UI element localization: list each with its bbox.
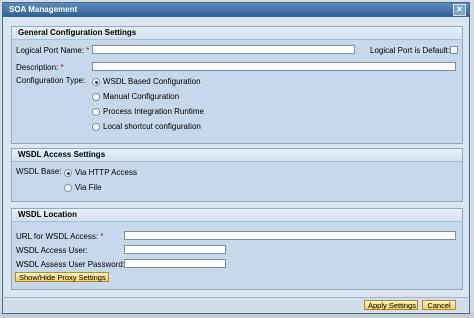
- logical-port-default-checkbox[interactable]: [450, 46, 458, 54]
- wsdl-based-configuration-radio[interactable]: [92, 78, 100, 86]
- url-for-wsdl-access-input[interactable]: [124, 231, 456, 240]
- dialog-footer: Apply Settings Cancel: [4, 297, 468, 312]
- dialog-titlebar[interactable]: SOA Management ✕: [3, 3, 469, 17]
- wsdl-user-password-input[interactable]: [124, 259, 226, 268]
- via-http-access-radio[interactable]: [64, 169, 72, 177]
- dialog-title: SOA Management: [9, 5, 78, 14]
- wsdl-user-password-label: WSDL Assess User Password:: [16, 260, 126, 269]
- close-icon[interactable]: ✕: [453, 4, 466, 16]
- soa-management-dialog: SOA Management ✕ General Configuration S…: [2, 2, 470, 314]
- via-file-radio[interactable]: [64, 184, 72, 192]
- wsdl-access-settings-header: WSDL Access Settings: [12, 149, 462, 162]
- manual-configuration-label: Manual Configuration: [103, 92, 180, 101]
- wsdl-base-label: WSDL Base:: [16, 167, 62, 176]
- logical-port-name-input[interactable]: [92, 45, 355, 54]
- wsdl-access-user-label: WSDL Access User:: [16, 246, 88, 255]
- via-http-access-label: Via HTTP Access: [75, 168, 137, 177]
- apply-settings-button[interactable]: Apply Settings: [364, 300, 418, 310]
- show-hide-proxy-settings-button[interactable]: Show/Hide Proxy Settings: [15, 272, 109, 282]
- process-integration-runtime-radio[interactable]: [92, 108, 100, 116]
- wsdl-based-configuration-label: WSDL Based Configuration: [103, 77, 201, 86]
- local-shortcut-configuration-radio[interactable]: [92, 123, 100, 131]
- general-configuration-header: General Configuration Settings: [12, 27, 462, 40]
- description-label: Description: *: [16, 63, 64, 72]
- wsdl-location-header: WSDL Location: [12, 209, 462, 222]
- local-shortcut-configuration-label: Local shortcut configuration: [103, 122, 201, 131]
- general-configuration-group: General Configuration Settings Logical P…: [11, 26, 463, 144]
- cancel-button[interactable]: Cancel: [422, 300, 456, 310]
- logical-port-name-label: Logical Port Name: *: [16, 46, 90, 55]
- wsdl-access-user-input[interactable]: [124, 245, 226, 254]
- description-input[interactable]: [92, 62, 456, 71]
- process-integration-runtime-label: Process Integration Runtime: [103, 107, 204, 116]
- manual-configuration-radio[interactable]: [92, 93, 100, 101]
- url-for-wsdl-access-label: URL for WSDL Access: *: [16, 232, 104, 241]
- wsdl-access-settings-group: WSDL Access Settings WSDL Base: Via HTTP…: [11, 148, 463, 202]
- logical-port-default-label: Logical Port is Default:: [370, 46, 451, 55]
- wsdl-location-group: WSDL Location URL for WSDL Access: * WSD…: [11, 208, 463, 290]
- via-file-label: Via File: [75, 183, 102, 192]
- configuration-type-label: Configuration Type:: [16, 76, 86, 85]
